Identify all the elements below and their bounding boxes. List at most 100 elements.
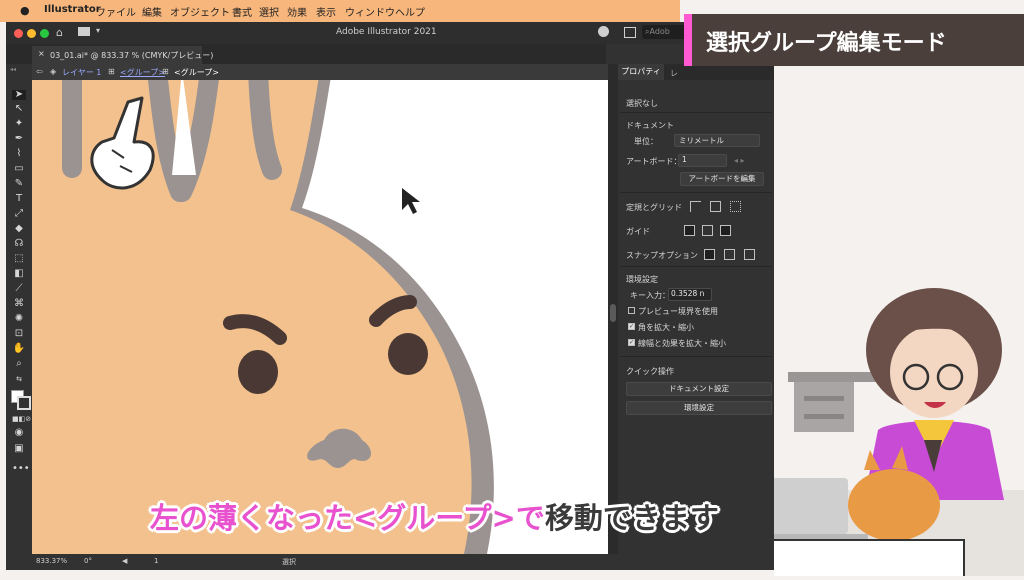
artboard-canvas[interactable] (32, 80, 608, 554)
rulers-grid-label: 定規とグリッド (626, 203, 682, 212)
screen-mode-icon[interactable]: ▣ (12, 444, 26, 454)
smart-guides-icon[interactable] (720, 225, 731, 236)
scale-strokes-checkbox[interactable]: ✓ (628, 339, 635, 346)
zoom-level[interactable]: 833.37% (36, 557, 67, 565)
menu-view[interactable]: 表示 (316, 4, 336, 19)
keyboard-increment-label: キー入力： (630, 291, 670, 300)
selection-tool-icon[interactable]: ➤ (12, 90, 26, 100)
preferences-button[interactable]: 環境設定 (626, 401, 772, 415)
eraser-tool-icon[interactable]: ◆ (12, 224, 26, 234)
pen-tool-icon[interactable]: ✒ (12, 134, 26, 144)
arrange-documents-icon[interactable] (624, 27, 636, 38)
layers-icon: ◈ (50, 67, 57, 76)
subtitle-rest: 移動できます (544, 501, 719, 535)
previous-artboard-icon[interactable]: ◀ (122, 557, 127, 565)
menu-file[interactable]: ファイル (96, 4, 136, 19)
curvature-tool-icon[interactable]: ⌇ (12, 149, 26, 159)
scrollbar-thumb[interactable] (610, 304, 616, 322)
edit-toolbar-icon[interactable]: ••• (12, 464, 30, 474)
unit-select[interactable]: ミリメートル (674, 134, 760, 147)
artboard-tool-icon[interactable]: ⊡ (12, 329, 26, 339)
snap-to-point-icon[interactable] (704, 249, 715, 260)
breadcrumb-group-parent[interactable]: <グループ> (120, 67, 165, 78)
paintbrush-tool-icon[interactable]: ✎ (12, 179, 26, 189)
stroke-color-swatch[interactable] (17, 396, 31, 410)
zoom-tool-icon[interactable]: ⌕ (12, 359, 26, 369)
unit-label: 単位： (634, 137, 658, 146)
desk-drawer (794, 382, 854, 432)
blend-tool-icon[interactable]: ⌘ (12, 299, 26, 309)
menu-bar: ● Illustrator ファイル 編集 オブジェクト 書式 選択 効果 表示… (0, 0, 680, 22)
front-desk (753, 539, 965, 580)
illustration-background (753, 0, 1024, 580)
bunny-artwork (32, 80, 494, 554)
collapse-panel-icon[interactable]: ◂◂ (10, 66, 16, 73)
eyedropper-tool-icon[interactable]: ⟋ (12, 284, 26, 294)
color-mode-icons[interactable]: ■◧⊘ (12, 414, 31, 424)
grid-icon[interactable] (710, 201, 721, 212)
menu-help[interactable]: ヘルプ (395, 4, 425, 19)
rotation-value[interactable]: 0° (84, 557, 92, 565)
share-icon[interactable] (598, 26, 609, 37)
show-guides-icon[interactable] (684, 225, 695, 236)
menu-object[interactable]: オブジェクト (170, 4, 230, 19)
scale-tool-icon[interactable]: ⤢ (12, 209, 26, 219)
direct-selection-tool-icon[interactable]: ↖ (12, 104, 26, 114)
menu-edit[interactable]: 編集 (142, 4, 162, 19)
group-icon: ⊞ (108, 67, 115, 76)
divider (620, 112, 772, 113)
close-tab-icon[interactable]: × (38, 49, 45, 58)
minimize-window-button[interactable] (27, 29, 36, 38)
menu-select[interactable]: 選択 (259, 4, 279, 19)
gradient-tool-icon[interactable]: ◧ (12, 269, 26, 279)
close-window-button[interactable] (14, 29, 23, 38)
swap-fill-stroke-icon[interactable]: ⇆ (12, 374, 26, 384)
home-icon[interactable]: ⌂ (56, 26, 63, 39)
menu-effect[interactable]: 効果 (287, 4, 307, 19)
menu-illustrator[interactable]: Illustrator (44, 4, 101, 15)
transparency-grid-icon[interactable] (730, 201, 741, 212)
lock-guides-icon[interactable] (702, 225, 713, 236)
zoom-window-button[interactable] (40, 29, 49, 38)
vertical-scrollbar[interactable] (608, 64, 618, 554)
status-bar: 833.37% 0° ◀ 1 選択 (32, 554, 618, 570)
use-preview-bounds-label: プレビュー境界を使用 (638, 307, 718, 316)
document-tab[interactable]: × 03_01.ai* @ 833.37 % (CMYK/プレビュー) (32, 46, 213, 64)
search-field[interactable]: ⌕Adob (642, 25, 686, 39)
title-accent-bar (684, 14, 692, 66)
subtitle-caption: 左の薄くなった<グループ>で移動できます (150, 495, 890, 539)
menu-type[interactable]: 書式 (232, 4, 252, 19)
artboard-nav-arrows[interactable]: ◂ ▸ (734, 156, 745, 165)
breadcrumb-layer[interactable]: レイヤー 1 (62, 67, 101, 78)
tab-properties[interactable]: プロパティ (618, 64, 664, 80)
artboard-select[interactable]: 1 (678, 154, 727, 167)
free-transform-tool-icon[interactable]: ⬚ (12, 254, 26, 264)
tab-layers[interactable]: レ (670, 68, 678, 79)
hand-tool-icon[interactable]: ✋ (12, 344, 26, 354)
chevron-down-icon[interactable]: ▾ (96, 26, 100, 35)
use-preview-bounds-checkbox[interactable] (628, 307, 635, 314)
rectangle-tool-icon[interactable]: ▭ (12, 164, 26, 174)
document-heading: ドキュメント (626, 121, 674, 130)
magic-wand-tool-icon[interactable]: ✦ (12, 119, 26, 129)
workspace-switcher-icon[interactable] (78, 27, 90, 36)
snap-to-glyph-icon[interactable] (744, 249, 755, 260)
draw-mode-icon[interactable]: ◉ (12, 428, 26, 438)
artboard-number[interactable]: 1 (154, 557, 158, 565)
warp-tool-icon[interactable]: ☊ (12, 239, 26, 249)
back-arrow-icon[interactable]: ⇦ (36, 67, 43, 76)
apple-menu-icon[interactable]: ● (20, 4, 30, 17)
breadcrumb-group-current: <グループ> (174, 68, 219, 77)
window-title: Adobe Illustrator 2021 (336, 27, 437, 37)
snap-to-pixel-icon[interactable] (724, 249, 735, 260)
presenter-illustration (753, 288, 1024, 580)
document-setup-button[interactable]: ドキュメント設定 (626, 382, 772, 396)
rulers-icon[interactable] (690, 201, 701, 212)
menu-window[interactable]: ウィンドウ (345, 4, 395, 19)
symbol-sprayer-tool-icon[interactable]: ✺ (12, 314, 26, 324)
divider (620, 356, 772, 357)
edit-artboards-button[interactable]: アートボードを編集 (680, 172, 764, 186)
scale-corners-checkbox[interactable]: ✓ (628, 323, 635, 330)
keyboard-increment-input[interactable]: 0.3528 n (668, 288, 712, 301)
type-tool-icon[interactable]: T (12, 194, 26, 204)
